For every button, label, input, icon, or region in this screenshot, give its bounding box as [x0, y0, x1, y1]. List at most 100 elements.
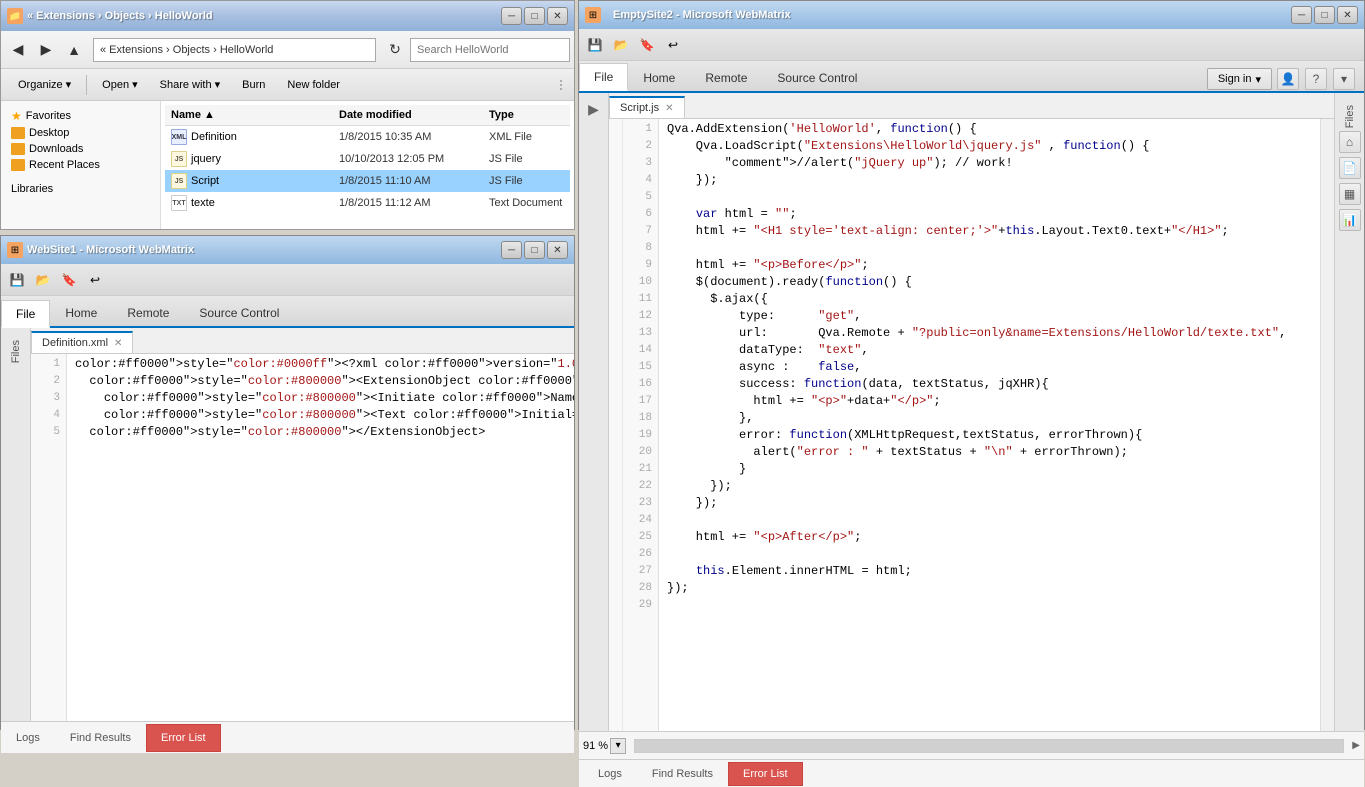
back-button[interactable]: ◀ — [5, 37, 31, 63]
wm-main-close[interactable]: ✕ — [1337, 6, 1358, 24]
new-folder-label: New folder — [287, 79, 340, 91]
wm-left-tab-file[interactable]: File — [1, 300, 50, 328]
sign-in-arrow: ▾ — [1255, 73, 1261, 86]
file-cell-type: Text Document — [485, 195, 570, 211]
desktop-icon — [11, 127, 25, 139]
col-date[interactable]: Date modified — [335, 107, 485, 123]
toolbar-icon-1[interactable]: 💾 — [5, 268, 29, 292]
definition-tab[interactable]: Definition.xml ✕ — [31, 331, 133, 353]
wm-main-maximize[interactable]: □ — [1314, 6, 1335, 24]
horizontal-scrollbar[interactable] — [634, 739, 1344, 753]
code-line: }); — [667, 478, 1320, 495]
xml-icon: XML — [171, 129, 187, 145]
search-input[interactable] — [410, 38, 570, 62]
main-toolbar-icon-1[interactable]: 💾 — [583, 33, 607, 57]
left-code-content[interactable]: color:#ff0000">style="color:#0000ff"><?x… — [67, 354, 574, 721]
wm-left-maximize[interactable]: □ — [524, 241, 545, 259]
wm-left-tab-source[interactable]: Source Control — [184, 298, 294, 326]
wm-main-tab-file[interactable]: File — [579, 63, 628, 91]
wm-main-tab-remote[interactable]: Remote — [690, 63, 762, 91]
file-row[interactable]: TXT texte 1/8/2015 11:12 AM Text Documen… — [165, 192, 570, 214]
layout-icon-btn[interactable]: ▦ — [1339, 183, 1361, 205]
line-number: 13 — [623, 325, 658, 342]
sidebar-item-recent[interactable]: Recent Places — [7, 157, 154, 173]
new-folder-button[interactable]: New folder — [278, 73, 349, 97]
organize-button[interactable]: Organize ▾ — [9, 73, 80, 97]
file-name: Definition — [191, 131, 237, 143]
open-button[interactable]: Open ▾ — [93, 73, 146, 97]
open-arrow: ▾ — [132, 78, 138, 91]
toolbar-icon-3[interactable]: 🔖 — [57, 268, 81, 292]
main-error-tab[interactable]: Error List — [728, 762, 803, 786]
recent-icon — [11, 159, 25, 171]
tab-file-label: File — [16, 307, 35, 321]
js-icon: JS — [171, 173, 187, 189]
avatar[interactable]: 👤 — [1277, 68, 1299, 90]
file-row[interactable]: JS jquery 10/10/2013 12:05 PM JS File — [165, 148, 570, 170]
file-row[interactable]: JS Script 1/8/2015 11:10 AM JS File — [165, 170, 570, 192]
address-bar[interactable]: « Extensions › Objects › HelloWorld — [93, 38, 376, 62]
definition-tab-close[interactable]: ✕ — [114, 338, 122, 349]
files-icon-btn[interactable]: 📄 — [1339, 157, 1361, 179]
help-button[interactable]: ? — [1305, 68, 1327, 90]
up-button[interactable]: ▲ — [61, 37, 87, 63]
toolbar-icon-2[interactable]: 📂 — [31, 268, 55, 292]
zoom-dropdown[interactable]: ▾ — [610, 738, 626, 754]
burn-label: Burn — [242, 79, 265, 91]
wm-left-tab-home[interactable]: Home — [50, 298, 112, 326]
find-results-tab[interactable]: Find Results — [55, 724, 146, 752]
file-cell-type: JS File — [485, 151, 570, 167]
scroll-right-arrow[interactable]: ▶ — [1352, 740, 1360, 751]
close-button[interactable]: ✕ — [547, 7, 568, 25]
line-number: 2 — [623, 138, 658, 155]
wm-main-files-label[interactable]: Files — [1344, 105, 1356, 128]
wm-left-tab-remote[interactable]: Remote — [112, 298, 184, 326]
settings-button[interactable]: ▾ — [1333, 68, 1355, 90]
code-line: var html = ""; — [667, 206, 1320, 223]
open-label: Open — [102, 79, 129, 91]
col-type-label: Type — [489, 109, 514, 121]
chart-icon-btn[interactable]: 📊 — [1339, 209, 1361, 231]
nav-expand-arrow[interactable]: ▶ — [584, 97, 603, 122]
sidebar-item-downloads[interactable]: Downloads — [7, 141, 154, 157]
line-number: 5 — [31, 424, 66, 441]
refresh-button[interactable]: ↻ — [382, 37, 408, 63]
minimize-button[interactable]: ─ — [501, 7, 522, 25]
main-logs-tab[interactable]: Logs — [583, 762, 637, 786]
wm-left-files-label[interactable]: Files — [10, 340, 22, 363]
share-arrow: ▾ — [215, 78, 221, 91]
forward-button[interactable]: ▶ — [33, 37, 59, 63]
wm-main-tab-source[interactable]: Source Control — [762, 63, 872, 91]
script-tab[interactable]: Script.js ✕ — [609, 96, 685, 118]
main-code-content[interactable]: Qva.AddExtension('HelloWorld', function(… — [659, 119, 1320, 731]
logs-tab[interactable]: Logs — [1, 724, 55, 752]
wm-left-bottom: Logs Find Results Error List — [1, 721, 574, 753]
toolbar-icon-4[interactable]: ↩ — [83, 268, 107, 292]
col-name[interactable]: Name ▲ — [165, 107, 335, 123]
right-scrollbar[interactable] — [1320, 119, 1334, 731]
main-toolbar-icon-3[interactable]: 🔖 — [635, 33, 659, 57]
file-cell-name: JS Script — [165, 171, 335, 191]
sign-in-button[interactable]: Sign in ▾ — [1207, 68, 1272, 90]
main-toolbar-icon-4[interactable]: ↩ — [661, 33, 685, 57]
wm-left-minimize[interactable]: ─ — [501, 241, 522, 259]
home-icon-btn[interactable]: ⌂ — [1339, 131, 1361, 153]
main-find-tab[interactable]: Find Results — [637, 762, 728, 786]
file-row[interactable]: XML Definition 1/8/2015 10:35 AM XML Fil… — [165, 126, 570, 148]
error-list-tab[interactable]: Error List — [146, 724, 221, 752]
wm-main-tab-home[interactable]: Home — [628, 63, 690, 91]
share-with-button[interactable]: Share with ▾ — [151, 73, 230, 97]
file-cell-date: 1/8/2015 10:35 AM — [335, 129, 485, 145]
code-line — [667, 597, 1320, 614]
main-toolbar-icon-2[interactable]: 📂 — [609, 33, 633, 57]
script-tab-close[interactable]: ✕ — [665, 103, 673, 114]
line-number: 5 — [623, 189, 658, 206]
burn-button[interactable]: Burn — [233, 73, 274, 97]
resize-handle[interactable] — [556, 75, 566, 95]
col-type[interactable]: Type — [485, 107, 570, 123]
sidebar-item-desktop[interactable]: Desktop — [7, 125, 154, 141]
wm-main-minimize[interactable]: ─ — [1291, 6, 1312, 24]
maximize-button[interactable]: □ — [524, 7, 545, 25]
file-cell-name: XML Definition — [165, 127, 335, 147]
wm-left-close[interactable]: ✕ — [547, 241, 568, 259]
